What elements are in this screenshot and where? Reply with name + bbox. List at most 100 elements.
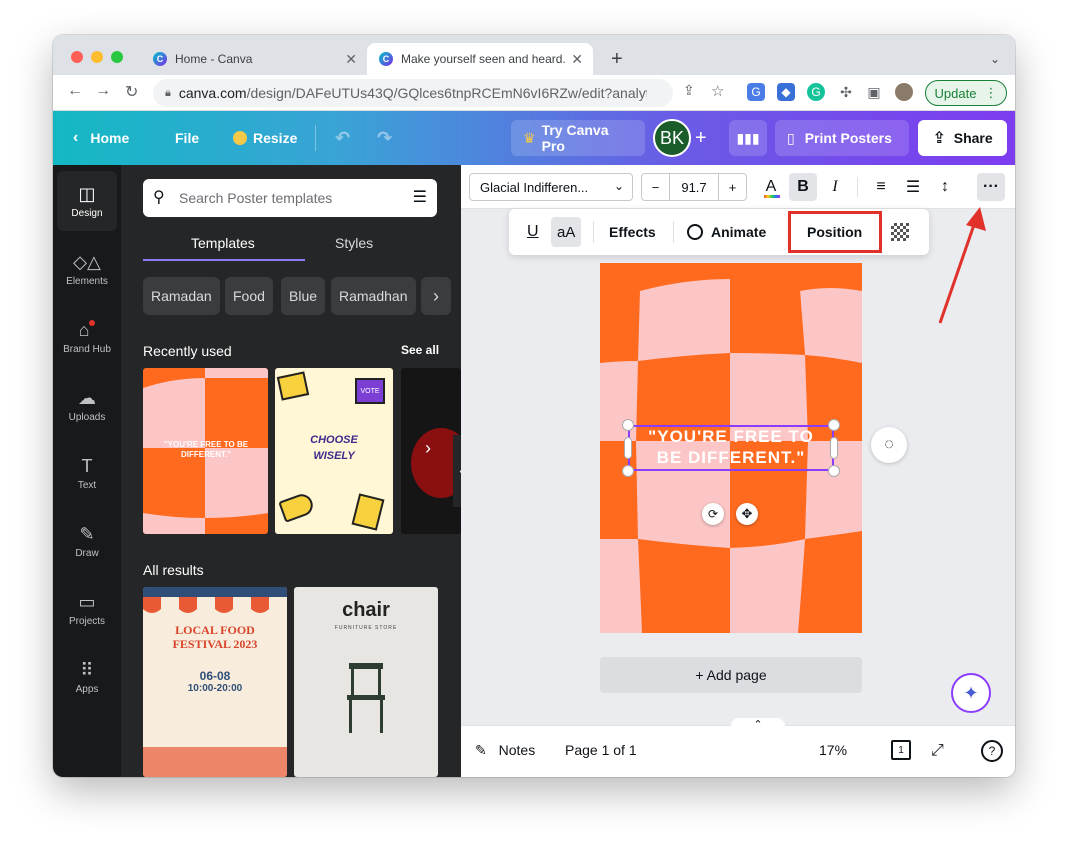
close-window-button[interactable] [71, 51, 83, 63]
move-handle-icon[interactable]: ✥ [736, 503, 758, 525]
resize-handle[interactable] [622, 465, 634, 477]
text-color-button[interactable]: A [757, 173, 785, 201]
add-collaborator-button[interactable]: + [695, 111, 707, 165]
print-posters-button[interactable]: ▯ Print Posters [775, 120, 909, 156]
recent-template-thumbnail[interactable]: VOTE CHOOSE WISELY [275, 368, 393, 534]
file-menu-button[interactable]: File [175, 111, 199, 165]
chip-ramadan[interactable]: Ramadan [143, 277, 220, 315]
side-handle-right[interactable] [830, 437, 838, 459]
font-size-input[interactable]: 91.7 [670, 174, 718, 200]
bottom-bar: ⌃ ✎ Notes Page 1 of 1 17% 1 ⤢ ? [461, 718, 1015, 777]
share-page-icon[interactable]: ⇪ [683, 82, 695, 99]
page-grid-view-icon[interactable]: 1 [891, 740, 911, 760]
animate-button[interactable]: Animate [687, 217, 766, 247]
rail-item-brand-hub[interactable]: ⌂ Brand Hub [57, 307, 117, 367]
update-button[interactable]: Update ⋮ [925, 80, 1007, 106]
back-arrow-icon[interactable]: ← [67, 82, 83, 100]
close-tab-icon[interactable]: ✕ [571, 51, 583, 68]
browser-tab-home[interactable]: C Home - Canva ✕ [141, 43, 367, 75]
magic-sparkle-icon[interactable]: ✦ [951, 673, 991, 713]
close-tab-icon[interactable]: ✕ [345, 51, 357, 68]
chip-food[interactable]: Food [225, 277, 273, 315]
sidepanel-icon[interactable]: ▣ [865, 83, 883, 101]
rail-item-apps[interactable]: ⠿ Apps [57, 647, 117, 707]
help-question-icon[interactable]: ? [981, 740, 1003, 762]
search-input[interactable]: ⚲ Search Poster templates ☰ [143, 179, 437, 217]
bold-button[interactable]: B [789, 173, 817, 201]
fullscreen-expand-icon[interactable]: ⤢ [931, 742, 944, 760]
thumb-quote-text: "YOU'RE FREE TO BE DIFFERENT." [163, 440, 249, 459]
zoom-level[interactable]: 17% [819, 742, 847, 758]
home-button[interactable]: ‹ Home [73, 111, 129, 165]
animate-circle-icon [687, 224, 703, 240]
quote-line-2[interactable]: BE DIFFERENT." [628, 448, 834, 468]
quote-line-1[interactable]: "YOU'RE FREE TO [628, 427, 834, 447]
effects-button[interactable]: Effects [609, 217, 656, 247]
grammarly-extension-icon[interactable]: G [807, 83, 825, 101]
tab-styles[interactable]: Styles [335, 235, 373, 251]
chip-ramadhan[interactable]: Ramadhan [331, 277, 416, 315]
browser-tab-active[interactable]: C Make yourself seen and heard. ✕ [367, 43, 593, 75]
scroll-up-chevron-icon[interactable]: ⌃ [731, 718, 785, 732]
font-family-select[interactable]: Glacial Indifferen... ⌄ [469, 173, 633, 201]
resize-handle[interactable] [828, 465, 840, 477]
more-options-icon[interactable]: ··· [977, 173, 1005, 201]
transparency-checker-icon[interactable] [891, 217, 909, 247]
rail-item-elements[interactable]: ◇△ Elements [57, 239, 117, 299]
share-button[interactable]: ⇪ Share [918, 120, 1007, 156]
resize-handle[interactable] [828, 419, 840, 431]
filter-sliders-icon[interactable]: ☰ [413, 187, 427, 207]
url-input[interactable]: 🔒︎ canva.com /design/DAFeUTUs43Q/GQlces6… [153, 79, 673, 107]
rail-item-projects[interactable]: ▭ Projects [57, 579, 117, 639]
tab-templates[interactable]: Templates [191, 235, 255, 251]
result-template-thumbnail[interactable]: chair FURNITURE STORE [294, 587, 438, 777]
font-size-stepper[interactable]: − 91.7 + [641, 173, 747, 201]
increase-size-button[interactable]: + [718, 174, 746, 200]
minimize-window-button[interactable] [91, 51, 103, 63]
try-canva-pro-button[interactable]: ♛ Try Canva Pro [511, 120, 645, 156]
side-handle-left[interactable] [624, 437, 632, 459]
rail-item-design[interactable]: ◫ Design [57, 171, 117, 231]
add-page-button[interactable]: + Add page [600, 657, 862, 693]
rail-item-text[interactable]: T Text [57, 443, 117, 503]
maximize-window-button[interactable] [111, 51, 123, 63]
insights-chart-icon[interactable]: ▮▮▮ [729, 120, 767, 156]
recent-template-thumbnail[interactable]: › [401, 368, 461, 534]
align-center-icon[interactable]: ≡ [867, 173, 895, 201]
resize-handle[interactable] [622, 419, 634, 431]
see-all-link[interactable]: See all [401, 343, 439, 357]
reload-icon[interactable]: ↻ [125, 82, 138, 102]
result-template-thumbnail[interactable]: LOCAL FOOD FESTIVAL 2023 06-08 10:00-20:… [143, 587, 287, 777]
page-indicator[interactable]: Page 1 of 1 [565, 742, 637, 758]
line-spacing-icon[interactable]: ↕ [931, 173, 959, 201]
new-tab-button[interactable]: + [599, 43, 635, 75]
tab-title: Make yourself seen and heard. [401, 52, 566, 66]
bulleted-list-icon[interactable]: ☰ [899, 173, 927, 201]
translate-extension-icon[interactable]: G [747, 83, 765, 101]
profile-avatar[interactable] [895, 83, 913, 101]
notification-dot [89, 319, 96, 326]
redo-icon[interactable]: ↷ [377, 111, 392, 165]
undo-icon[interactable]: ↶ [335, 111, 350, 165]
rail-item-uploads[interactable]: ☁ Uploads [57, 375, 117, 435]
carousel-chevron-right-icon[interactable]: › [425, 438, 431, 459]
notes-button[interactable]: ✎ Notes [475, 742, 535, 759]
rail-item-draw[interactable]: ✎ Draw [57, 511, 117, 571]
add-comment-icon[interactable]: ◌ [871, 427, 907, 463]
letter-case-button[interactable]: aA [551, 217, 582, 247]
chip-blue[interactable]: Blue [281, 277, 326, 315]
poster-canvas[interactable]: "YOU'RE FREE TO BE DIFFERENT." ⟳ ✥ [600, 263, 862, 633]
shield-extension-icon[interactable]: ◆ [777, 83, 795, 101]
avatar[interactable]: BK [653, 119, 691, 157]
tab-search-chevron-icon[interactable]: ⌄ [978, 43, 1012, 75]
rotate-handle-icon[interactable]: ⟳ [702, 503, 724, 525]
resize-button[interactable]: Resize [233, 111, 297, 165]
bookmark-star-icon[interactable]: ☆ [711, 82, 724, 100]
chip-scroll-chevron-right-icon[interactable]: › [421, 277, 451, 315]
forward-arrow-icon[interactable]: → [95, 82, 111, 100]
recent-template-thumbnail[interactable]: "YOU'RE FREE TO BE DIFFERENT." [143, 368, 268, 534]
italic-button[interactable]: I [821, 173, 849, 201]
extensions-puzzle-icon[interactable]: ✣ [837, 83, 855, 101]
decrease-size-button[interactable]: − [642, 174, 670, 200]
underline-button[interactable]: U [527, 217, 539, 247]
